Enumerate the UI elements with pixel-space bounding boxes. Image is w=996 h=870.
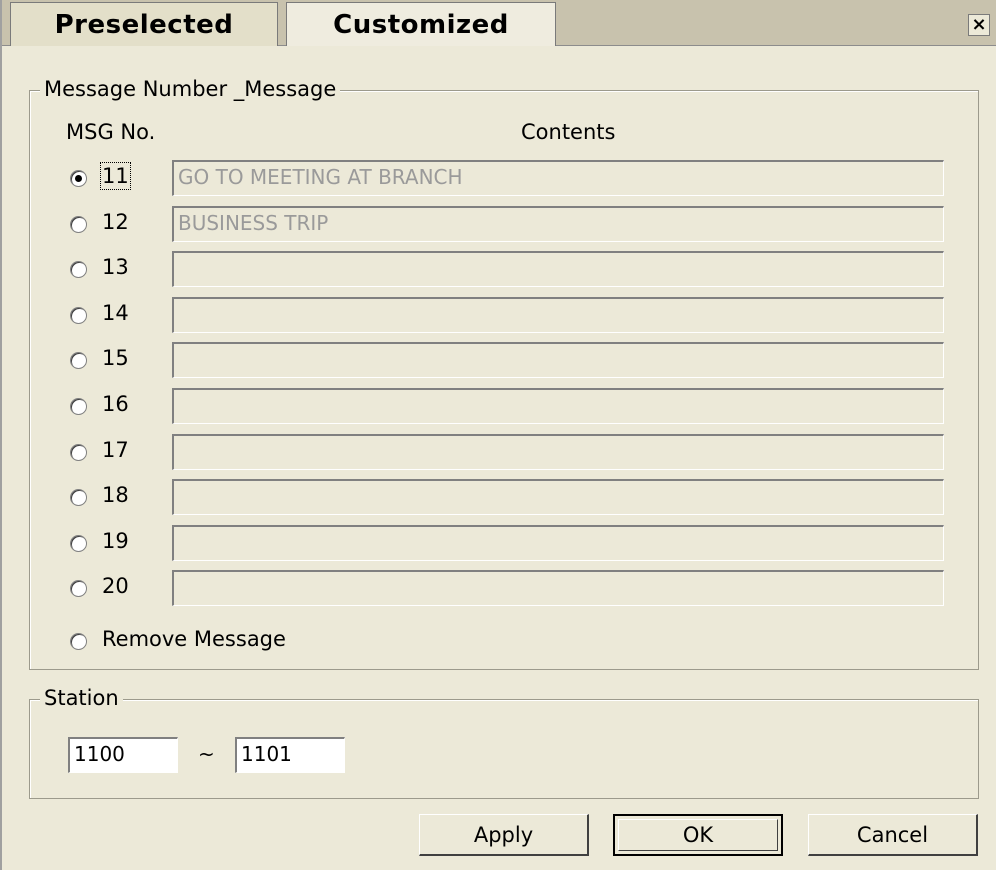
message-content-field[interactable]: [172, 433, 944, 470]
message-radio[interactable]: [70, 215, 87, 233]
message-number-label: 18: [102, 483, 129, 508]
message-number-label: 19: [102, 528, 129, 553]
message-number-label: 17: [102, 437, 129, 462]
message-radio[interactable]: [70, 534, 87, 552]
msg-no-header: MSG No.: [66, 120, 156, 144]
message-number-label: 14: [102, 300, 129, 325]
message-row: 18: [66, 479, 966, 516]
message-content-field[interactable]: BUSINESS TRIP: [172, 205, 944, 242]
message-content-field[interactable]: [172, 388, 944, 424]
remove-message-label: Remove Message: [102, 627, 286, 651]
message-row: 15: [66, 342, 966, 379]
close-icon: ×: [971, 14, 987, 35]
message-radio[interactable]: [70, 398, 87, 415]
message-content-field[interactable]: [172, 342, 944, 379]
ok-button[interactable]: OK: [613, 814, 783, 856]
message-number-label: 13: [102, 255, 129, 280]
message-radio[interactable]: [70, 489, 87, 507]
message-content-field[interactable]: GO TO MEETING AT BRANCH: [172, 160, 944, 196]
message-radio[interactable]: [70, 352, 87, 370]
station-to-input[interactable]: 1101: [235, 737, 345, 773]
message-content-field[interactable]: [172, 251, 944, 288]
message-row: 19: [66, 524, 966, 561]
message-content-field[interactable]: [172, 479, 944, 516]
message-radio[interactable]: [70, 443, 87, 461]
message-number-label: 12: [102, 209, 129, 234]
message-group-legend: Message Number _Message: [40, 77, 341, 101]
station-from-input[interactable]: 1100: [68, 737, 178, 773]
close-button[interactable]: ×: [968, 14, 990, 36]
message-number-label: 15: [102, 346, 129, 371]
remove-message-option[interactable]: Remove Message: [66, 623, 466, 657]
message-content-field[interactable]: [172, 570, 944, 607]
ok-button-focus-frame: [618, 819, 778, 851]
message-number-label: 11: [100, 162, 131, 190]
apply-button[interactable]: Apply: [419, 814, 589, 856]
station-range-separator: ~: [198, 742, 215, 766]
message-row: 16: [66, 388, 966, 424]
tab-preselected[interactable]: Preselected: [10, 2, 278, 46]
message-row: 12 BUSINESS TRIP: [66, 205, 966, 242]
message-row: 11 GO TO MEETING AT BRANCH: [66, 160, 966, 196]
tab-strip: Preselected Customized ×: [2, 0, 996, 46]
message-radio[interactable]: [70, 580, 87, 598]
contents-header: Contents: [521, 120, 616, 144]
customized-message-dialog: Preselected Customized × Message Number …: [0, 0, 996, 870]
message-row: 13: [66, 251, 966, 288]
tab-customized[interactable]: Customized: [286, 2, 556, 46]
message-radio[interactable]: [70, 261, 87, 279]
message-row: 17: [66, 433, 966, 470]
message-radio[interactable]: [70, 170, 87, 187]
station-group-legend: Station: [40, 686, 123, 710]
message-content-field[interactable]: [172, 296, 944, 333]
message-number-label: 20: [102, 574, 129, 599]
message-content-field[interactable]: [172, 524, 944, 561]
message-row: 20: [66, 570, 966, 607]
message-radio[interactable]: [70, 306, 87, 324]
remove-message-radio[interactable]: [70, 633, 87, 650]
message-number-label: 16: [102, 392, 129, 416]
message-row: 14: [66, 296, 966, 333]
cancel-button[interactable]: Cancel: [808, 814, 978, 856]
